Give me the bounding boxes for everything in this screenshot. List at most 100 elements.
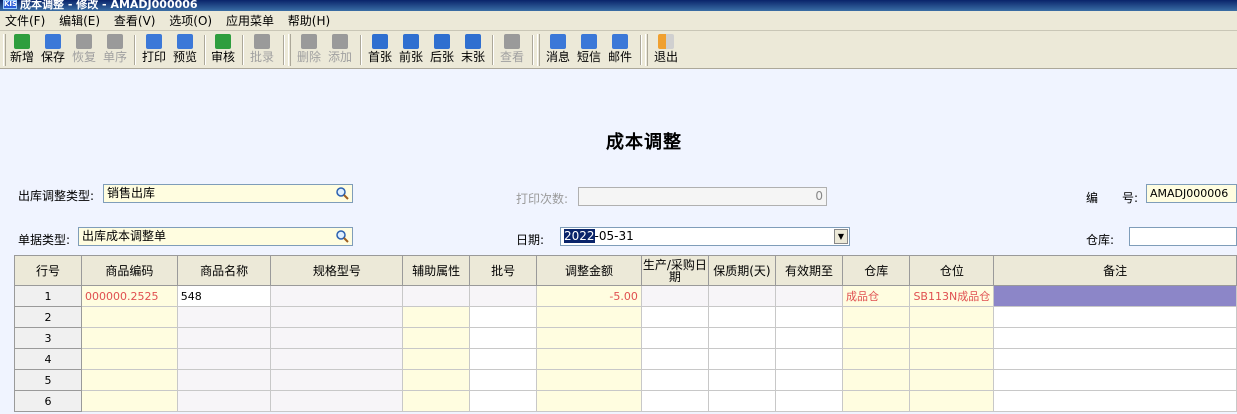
print-button[interactable]: 打印 — [140, 33, 168, 67]
menu-edit[interactable]: 编辑(E) — [54, 11, 105, 31]
cell-item-name[interactable] — [176, 369, 272, 391]
cell-expiry[interactable] — [775, 369, 843, 391]
cell-remark[interactable] — [993, 348, 1237, 370]
cell-mfg-date[interactable] — [640, 390, 709, 412]
cell-adjust-amount[interactable] — [536, 327, 642, 349]
toolbar-grip[interactable] — [3, 34, 6, 66]
view-button[interactable]: 查看 — [498, 33, 526, 67]
header-item-name[interactable]: 商品名称 — [176, 255, 272, 286]
cell-aux-attr[interactable] — [402, 348, 471, 370]
cell-shelf-life[interactable] — [707, 285, 777, 307]
cell-adjust-amount[interactable] — [536, 348, 642, 370]
cell-shelf-life[interactable] — [707, 390, 777, 412]
cell-item-code[interactable]: 000000.2525 — [81, 285, 178, 307]
cell-warehouse[interactable] — [841, 327, 911, 349]
last-record-button[interactable]: 末张 — [459, 33, 487, 67]
cell-expiry[interactable] — [775, 285, 843, 307]
batch-entry-button[interactable]: 批录 — [248, 33, 276, 67]
cell-batch[interactable] — [469, 285, 538, 307]
cell-item-name[interactable] — [176, 306, 272, 328]
message-button[interactable]: 消息 — [544, 33, 572, 67]
cell-shelf-life[interactable] — [707, 348, 777, 370]
header-expiry[interactable]: 有效期至 — [775, 255, 843, 286]
cell-item-code[interactable] — [81, 348, 178, 370]
cell-item-code[interactable] — [81, 306, 178, 328]
cell-expiry[interactable] — [775, 327, 843, 349]
cell-location[interactable] — [909, 348, 995, 370]
cell-spec[interactable] — [270, 285, 404, 307]
cell-location[interactable] — [909, 306, 995, 328]
next-record-button[interactable]: 后张 — [428, 33, 456, 67]
cell-adjust-amount[interactable] — [536, 390, 642, 412]
header-remark[interactable]: 备注 — [993, 255, 1237, 286]
cell-batch[interactable] — [469, 327, 538, 349]
delete-row-button[interactable]: 删除 — [295, 33, 323, 67]
cell-remark[interactable] — [993, 327, 1237, 349]
table-row[interactable]: 6 — [14, 390, 1237, 412]
cell-spec[interactable] — [270, 390, 404, 412]
cell-expiry[interactable] — [775, 348, 843, 370]
cell-mfg-date[interactable] — [640, 306, 709, 328]
header-batch[interactable]: 批号 — [469, 255, 538, 286]
cell-item-code[interactable] — [81, 390, 178, 412]
cell-spec[interactable] — [270, 306, 404, 328]
cell-adjust-amount[interactable]: -5.00 — [536, 285, 642, 307]
cell-item-name[interactable]: 548 — [176, 285, 272, 307]
header-spec[interactable]: 规格型号 — [270, 255, 404, 286]
cell-warehouse[interactable]: 成品仓 — [841, 285, 911, 307]
lookup-icon[interactable] — [335, 186, 350, 201]
cell-item-name[interactable] — [176, 348, 272, 370]
cell-item-name[interactable] — [176, 390, 272, 412]
date-field[interactable]: 2022-05-31 ▼ — [560, 227, 850, 246]
header-item-code[interactable]: 商品编码 — [81, 255, 178, 286]
table-row[interactable]: 3 — [14, 327, 1237, 349]
dropdown-arrow-icon[interactable]: ▼ — [834, 229, 848, 244]
add-row-button[interactable]: 添加 — [326, 33, 354, 67]
cell-mfg-date[interactable] — [640, 285, 709, 307]
cell-location[interactable] — [909, 390, 995, 412]
menu-help[interactable]: 帮助(H) — [283, 11, 335, 31]
table-row[interactable]: 4 — [14, 348, 1237, 370]
email-button[interactable]: 邮件 — [606, 33, 634, 67]
header-aux-attr[interactable]: 辅助属性 — [402, 255, 471, 286]
cell-remark[interactable] — [993, 369, 1237, 391]
cell-warehouse[interactable] — [841, 348, 911, 370]
cell-location[interactable]: SB113N成品仓 — [909, 285, 995, 307]
previous-record-button[interactable]: 前张 — [397, 33, 425, 67]
menu-view[interactable]: 查看(V) — [109, 11, 161, 31]
cell-adjust-amount[interactable] — [536, 369, 642, 391]
cell-warehouse[interactable] — [841, 369, 911, 391]
warehouse-field[interactable] — [1129, 227, 1237, 246]
cell-remark[interactable] — [993, 285, 1237, 307]
exit-button[interactable]: 退出 — [652, 33, 680, 67]
cell-warehouse[interactable] — [841, 306, 911, 328]
cell-aux-attr[interactable] — [402, 369, 471, 391]
cell-item-name[interactable] — [176, 327, 272, 349]
restore-button[interactable]: 恢复 — [70, 33, 98, 67]
cell-warehouse[interactable] — [841, 390, 911, 412]
cell-expiry[interactable] — [775, 306, 843, 328]
cell-spec[interactable] — [270, 369, 404, 391]
cell-batch[interactable] — [469, 348, 538, 370]
cell-mfg-date[interactable] — [640, 369, 709, 391]
toolbar-grip[interactable] — [288, 34, 291, 66]
detail-order-button[interactable]: 单序 — [101, 33, 129, 67]
header-adjust-amount[interactable]: 调整金额 — [536, 255, 642, 286]
cell-shelf-life[interactable] — [707, 306, 777, 328]
toolbar-grip[interactable] — [537, 34, 540, 66]
first-record-button[interactable]: 首张 — [366, 33, 394, 67]
menu-options[interactable]: 选项(O) — [164, 11, 217, 31]
header-mfg-date[interactable]: 生产/采购日期 — [640, 255, 709, 286]
menu-file[interactable]: 文件(F) — [0, 11, 50, 31]
menu-apps[interactable]: 应用菜单 — [221, 11, 279, 31]
audit-button[interactable]: 审核 — [209, 33, 237, 67]
cell-batch[interactable] — [469, 369, 538, 391]
cell-aux-attr[interactable] — [402, 327, 471, 349]
cell-batch[interactable] — [469, 306, 538, 328]
cell-aux-attr[interactable] — [402, 306, 471, 328]
cell-item-code[interactable] — [81, 327, 178, 349]
cell-location[interactable] — [909, 369, 995, 391]
cell-location[interactable] — [909, 327, 995, 349]
cell-remark[interactable] — [993, 390, 1237, 412]
cell-shelf-life[interactable] — [707, 369, 777, 391]
